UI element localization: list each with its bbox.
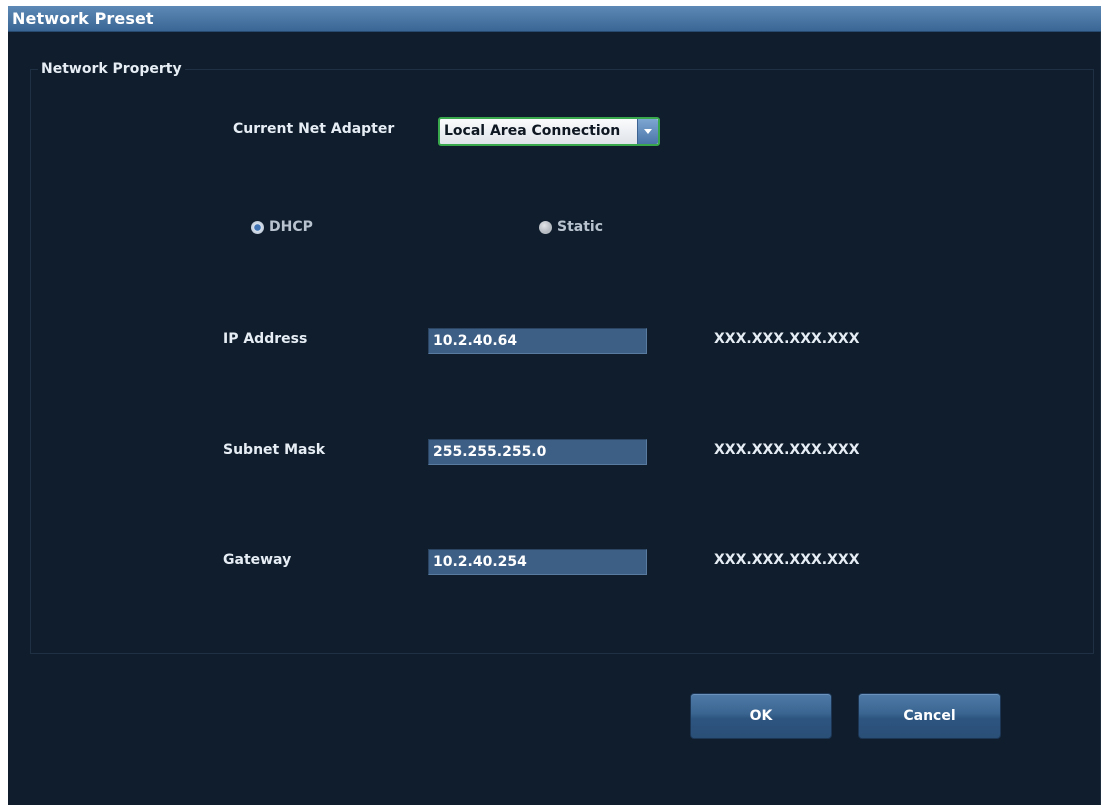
cancel-button[interactable]: Cancel bbox=[858, 693, 1001, 739]
subnet-mask-format-hint: XXX.XXX.XXX.XXX bbox=[714, 442, 860, 458]
title-bar: Network Preset bbox=[8, 6, 1101, 32]
chevron-down-icon[interactable] bbox=[637, 119, 658, 144]
ip-address-input[interactable]: 10.2.40.64 bbox=[428, 328, 647, 354]
ok-button[interactable]: OK bbox=[690, 693, 832, 739]
subnet-mask-label: Subnet Mask bbox=[223, 442, 326, 458]
subnet-mask-input[interactable]: 255.255.255.0 bbox=[428, 439, 647, 465]
radio-unchecked-icon bbox=[539, 221, 552, 234]
dhcp-radio-label: DHCP bbox=[269, 219, 313, 235]
network-preset-dialog: Network Preset Network Property Current … bbox=[8, 6, 1101, 805]
current-net-adapter-label: Current Net Adapter bbox=[233, 121, 395, 137]
network-property-group-title: Network Property bbox=[38, 61, 185, 77]
gateway-format-hint: XXX.XXX.XXX.XXX bbox=[714, 552, 860, 568]
dhcp-radio[interactable]: DHCP bbox=[251, 219, 341, 237]
net-adapter-selected-value: Local Area Connection bbox=[444, 123, 621, 139]
ip-address-label: IP Address bbox=[223, 331, 308, 347]
ip-address-format-hint: XXX.XXX.XXX.XXX bbox=[714, 331, 860, 347]
static-radio-label: Static bbox=[557, 219, 604, 235]
net-adapter-dropdown[interactable]: Local Area Connection bbox=[438, 117, 660, 146]
gateway-label: Gateway bbox=[223, 552, 292, 568]
gateway-input[interactable]: 10.2.40.254 bbox=[428, 549, 647, 575]
dialog-title: Network Preset bbox=[12, 9, 154, 28]
static-radio[interactable]: Static bbox=[539, 219, 629, 237]
radio-checked-icon bbox=[251, 221, 264, 234]
